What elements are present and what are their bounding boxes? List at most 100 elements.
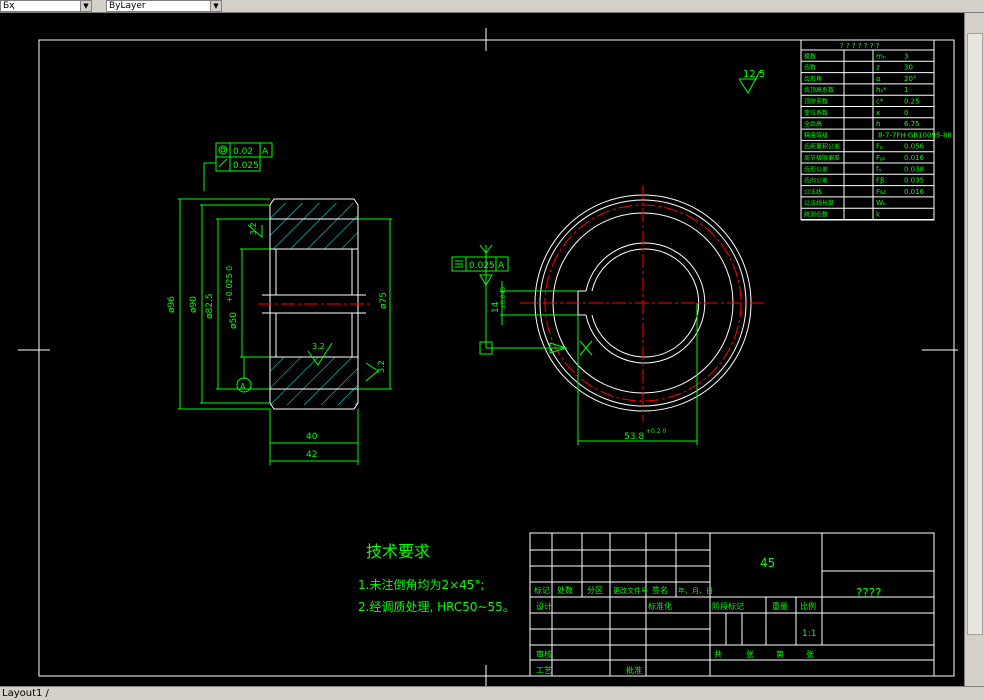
scale-value: 1:1 <box>802 629 816 639</box>
param-cell: 齿数 <box>804 64 816 72</box>
tb-date: 年、月、日 <box>678 586 713 595</box>
param-cell: x <box>876 109 880 117</box>
linetype-combo[interactable]: ByLayer ▼ <box>106 0 222 12</box>
dim-w42: 42 <box>306 450 317 460</box>
scrollbar-thumb[interactable] <box>967 33 983 635</box>
chevron-down-icon[interactable]: ▼ <box>80 1 91 11</box>
param-cell: Fβ <box>876 177 885 185</box>
end-view-dims <box>479 244 698 445</box>
chevron-down-icon[interactable]: ▼ <box>210 1 221 11</box>
toolbar: Бҳ ▼ ByLayer ▼ <box>0 0 984 13</box>
param-cell: z <box>876 64 880 72</box>
gdt-runout-value: 0.025 <box>233 161 259 171</box>
param-cell: 0.016 <box>904 154 925 162</box>
tb-approve: 批准 <box>626 665 642 675</box>
end-view <box>520 185 766 421</box>
param-cell: 变位系数 <box>804 109 828 117</box>
param-cell: 齿形角 <box>804 75 822 83</box>
dim-w40: 40 <box>306 432 318 442</box>
param-cell: 0.038 <box>904 165 924 173</box>
param-cell: Fω <box>876 188 886 196</box>
param-cell: 6.75 <box>904 120 920 128</box>
dim-bore: ø50 <box>229 312 239 329</box>
drawing-canvas[interactable]: 12.5 ø96 ø90 ø82.5 ø50 +0.025 0 ø75 40 4… <box>0 13 964 686</box>
param-cell: 0.016 <box>904 188 925 196</box>
vertical-scrollbar[interactable] <box>964 13 984 686</box>
param-cell: 0 <box>904 109 908 117</box>
tb-mark: 标记 <box>534 585 550 595</box>
datum-label: A <box>240 382 246 391</box>
param-cell: 3 <box>904 52 908 60</box>
roughness-1: 3.2 <box>249 222 258 235</box>
param-cell: Fₚₖ <box>876 154 886 162</box>
tb-stage: 阶段标记 <box>712 601 744 611</box>
tb-process: 工艺 <box>536 666 552 675</box>
hatch-upper <box>270 203 358 249</box>
statusbar: Layout1 / <box>0 686 984 700</box>
param-cell: 顶隙系数 <box>804 98 828 106</box>
param-cell: 8-7-7FH GB10095-88 <box>878 131 952 139</box>
layer-combo[interactable]: Бҳ ▼ <box>0 0 92 12</box>
tb-design: 设计 <box>536 601 552 611</box>
tb-change-doc: 更改文件号 <box>613 586 648 595</box>
tb-scale: 比例 <box>800 601 816 611</box>
tb-count: 处数 <box>557 585 573 595</box>
param-cell: 全齿高 <box>804 120 822 128</box>
param-cell: 齿向公差 <box>804 177 828 185</box>
param-cell: Fₚ <box>876 143 883 151</box>
layout-tab[interactable]: Layout1 / <box>2 687 49 700</box>
tb-sign: 签名 <box>652 585 668 595</box>
param-cell: 跨测齿数 <box>804 211 828 219</box>
roughness-label: 12.5 <box>743 69 765 80</box>
parameter-table-rows: 模数 mₙ 3 齿数 z 30 齿形角 α 20° 齿顶高系数 hₐ* 1 顶隙系数 c* 0.25 变位系数… <box>801 52 952 220</box>
dim-d538: 53.8 <box>624 432 644 442</box>
hatch-lower <box>270 357 358 405</box>
section-view <box>258 198 372 410</box>
drawing-sheet: 12.5 ø96 ø90 ø82.5 ø50 +0.025 0 ø75 40 4… <box>18 28 958 686</box>
param-cell: 齿距累积公差 <box>804 143 840 151</box>
tb-standard: 标准化 <box>648 601 672 611</box>
roughness-2: 3.2 <box>312 342 325 351</box>
tech-note-2: 2.经调质处理, HRC50~55。 <box>358 600 515 614</box>
dim-od: ø96 <box>167 296 177 313</box>
param-cell: Wₖ <box>876 199 886 207</box>
param-cell: α <box>876 75 881 83</box>
tb-zone: 分区 <box>587 586 603 595</box>
param-cell: c* <box>876 98 884 106</box>
dim-key-tol: ±0.043 <box>500 287 507 309</box>
tb-weight: 重量 <box>772 601 788 611</box>
param-cell: hₐ* <box>876 86 887 94</box>
param-cell: 公法线长度 <box>804 199 834 207</box>
param-cell: 0.056 <box>904 143 925 151</box>
layer-combo-value: Бҳ <box>3 1 15 11</box>
param-cell: 齿形公差 <box>804 165 828 173</box>
param-cell: 20° <box>904 75 916 83</box>
tb-review: 审核 <box>536 649 552 659</box>
gdt-concentric-value: 0.02 <box>233 147 253 157</box>
gdt-mid-datum: A <box>498 261 505 271</box>
param-cell: k <box>876 211 881 219</box>
surface-finish-general: 12.5 <box>738 69 765 94</box>
param-cell: 模数 <box>804 52 816 60</box>
part-name: ???? <box>856 586 881 600</box>
tech-requirements-title: 技术要求 <box>366 542 430 561</box>
section-dim-text: ø96 ø90 ø82.5 ø50 +0.025 0 ø75 40 42 A 3… <box>167 222 389 460</box>
param-cell: 精度等级 <box>804 131 828 139</box>
param-cell: 30 <box>904 64 913 72</box>
dim-d538-tol: +0.2 0 <box>646 428 666 435</box>
linetype-combo-value: ByLayer <box>109 1 146 11</box>
param-cell: 公法线 <box>804 188 822 196</box>
dim-d75: ø75 <box>379 292 389 309</box>
gdt-datum-a: A <box>262 147 269 157</box>
tb-sheet: 张 <box>806 650 814 659</box>
material-value: 45 <box>760 556 775 570</box>
gdt-symmetry-value: 0.025 <box>469 261 495 271</box>
param-cell: 齿顶高系数 <box>804 86 834 94</box>
dim-bore-tol: +0.025 0 <box>225 266 234 303</box>
param-cell: 0.035 <box>904 177 924 185</box>
dim-d90: ø90 <box>189 296 199 313</box>
param-cell: mₙ <box>876 52 886 60</box>
tb-total: 共 <box>714 650 722 659</box>
tb-no: 第 <box>776 649 784 659</box>
param-cell: h <box>876 120 880 128</box>
